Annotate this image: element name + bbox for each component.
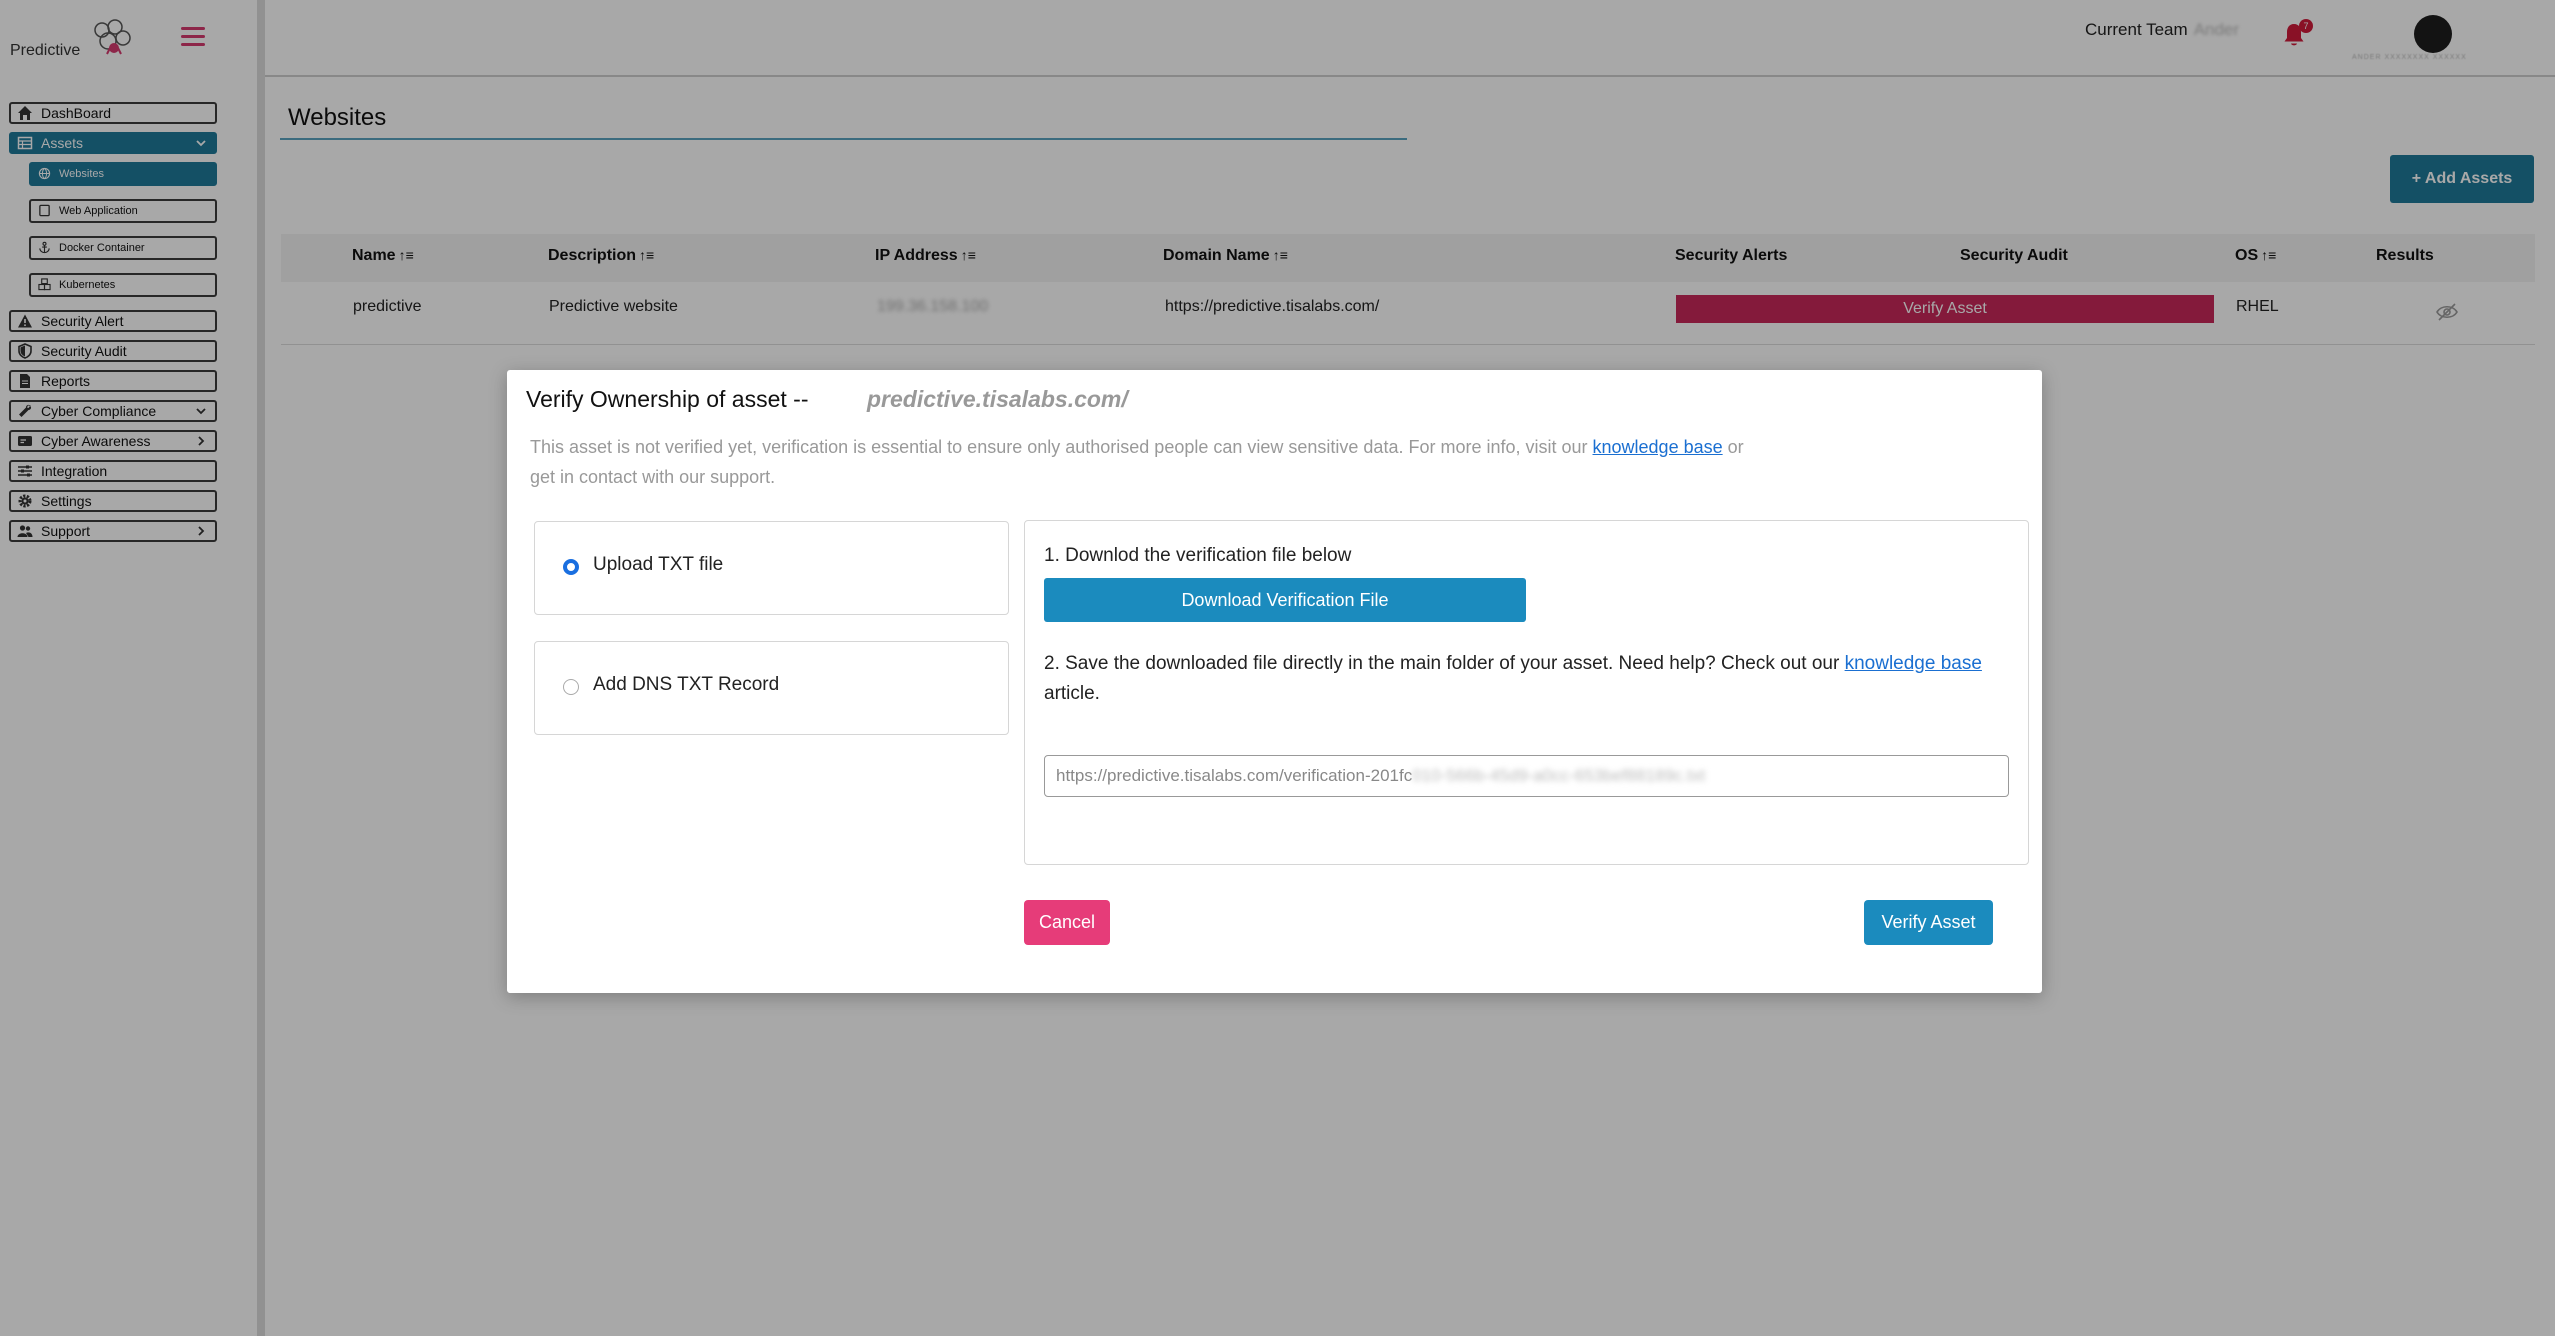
verification-steps-panel: 1. Downlod the verification file below D… [1024,520,2029,865]
option-label: Upload TXT file [593,554,724,575]
download-verification-file-button[interactable]: Download Verification File [1044,578,1526,622]
modal-title: Verify Ownership of asset -- [526,386,809,412]
step-one-text: 1. Downlod the verification file below [1044,545,1352,566]
verify-asset-button[interactable]: Verify Asset [1864,900,1993,945]
verification-file-url-field[interactable]: https://predictive.tisalabs.com/verifica… [1044,755,2009,797]
step-two-text: 2. Save the downloaded file directly in … [1044,653,1982,704]
option-add-dns-txt-record[interactable]: Add DNS TXT Record [534,641,1009,735]
option-label: Add DNS TXT Record [593,674,780,695]
url-redacted-part: 010-566b-45d9-a0cc-653bef88189c.txt [1412,766,1706,785]
modal-asset-domain: predictive.tisalabs.com/ [867,386,1128,412]
upload-txt-radio[interactable] [563,559,579,575]
add-dns-radio[interactable] [563,679,579,695]
option-upload-txt-file[interactable]: Upload TXT file [534,521,1009,615]
verify-ownership-modal: Verify Ownership of asset -- predictive.… [507,370,2042,993]
knowledge-base-article-link[interactable]: knowledge base [1845,653,1982,674]
cancel-button[interactable]: Cancel [1024,900,1110,945]
knowledge-base-link[interactable]: knowledge base [1593,437,1723,457]
modal-description: This asset is not verified yet, verifica… [530,437,1744,487]
app-root: Predictive DashBoard Assets Websites Web… [0,0,2555,1336]
